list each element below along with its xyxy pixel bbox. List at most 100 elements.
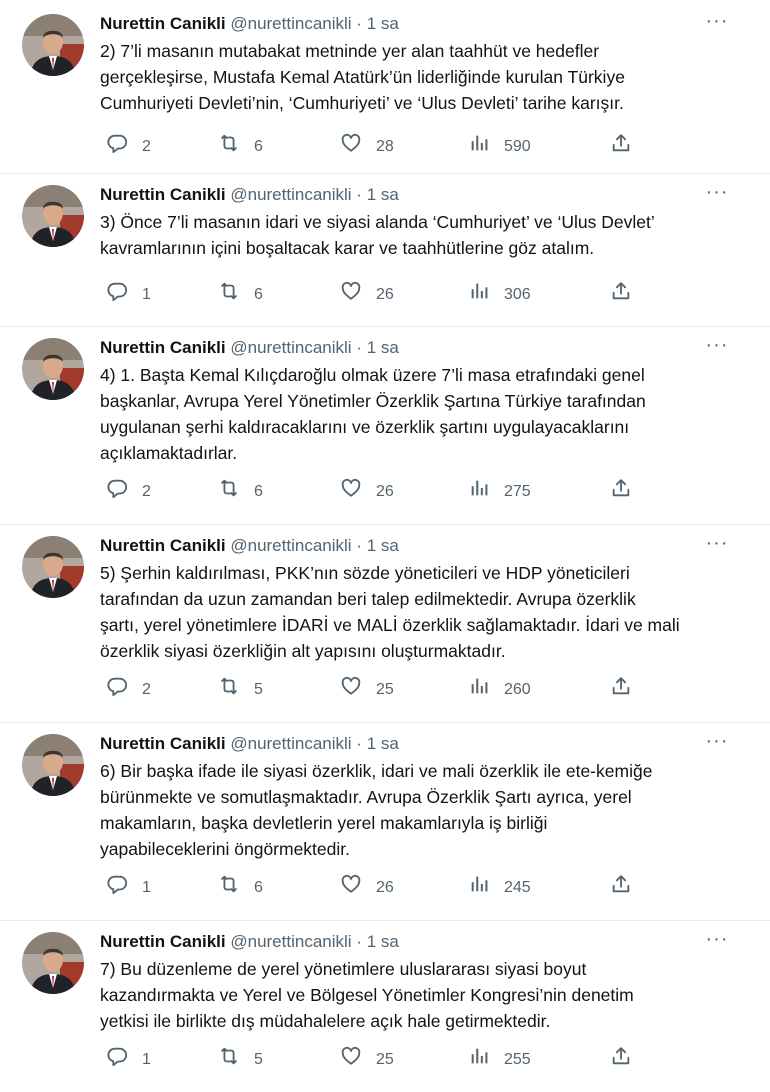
- tweet-text-line: 5) Şerhin kaldırılması, PKK’nın sözde yö…: [100, 563, 630, 583]
- like-count: 26: [376, 879, 394, 896]
- tweet-6[interactable]: Nurettin Canikli @nurettincanikli · 1 sa…: [0, 929, 770, 1077]
- share-button[interactable]: [610, 874, 632, 901]
- avatar[interactable]: [22, 14, 84, 76]
- tweet-content: Nurettin Canikli @nurettincanikli · 1 sa…: [100, 182, 730, 312]
- share-button[interactable]: [610, 478, 632, 505]
- share-button[interactable]: [610, 1046, 632, 1073]
- tweet-text: 4) 1. Başta Kemal Kılıçdaroğlu olmak üze…: [100, 362, 724, 466]
- tweet-text-line: gerçekleşirse, Mustafa Kemal Atatürk’ün …: [100, 67, 625, 87]
- author-name[interactable]: Nurettin Canikli: [100, 338, 226, 357]
- tweet-1[interactable]: Nurettin Canikli @nurettincanikli · 1 sa…: [0, 11, 770, 164]
- author-handle[interactable]: @nurettincanikli: [230, 536, 351, 555]
- author-name[interactable]: Nurettin Canikli: [100, 536, 226, 555]
- views-button[interactable]: 255: [468, 1047, 531, 1073]
- reply-count: 2: [142, 138, 151, 155]
- tweet-text-line: uygulanan şerhi kaldıracaklarını ve özer…: [100, 417, 630, 437]
- reply-icon: [106, 477, 142, 508]
- tweet-header: Nurettin Canikli @nurettincanikli · 1 sa: [100, 930, 399, 954]
- like-button[interactable]: 26: [340, 280, 394, 311]
- like-button[interactable]: 26: [340, 478, 394, 505]
- share-button[interactable]: [610, 675, 632, 706]
- tweet-actions: 1 5 25 255: [100, 1046, 640, 1073]
- views-button[interactable]: 275: [468, 479, 531, 505]
- views-icon: [468, 132, 504, 163]
- retweet-count: 5: [254, 1051, 263, 1068]
- views-button[interactable]: 590: [468, 134, 531, 160]
- share-icon: [610, 675, 632, 706]
- more-icon[interactable]: ···: [704, 533, 730, 558]
- author-name[interactable]: Nurettin Canikli: [100, 734, 226, 753]
- views-icon: [468, 675, 504, 706]
- like-count: 26: [376, 286, 394, 303]
- retweet-button[interactable]: 6: [218, 134, 263, 160]
- retweet-button[interactable]: 6: [218, 479, 263, 505]
- tweet-time[interactable]: 1 sa: [367, 536, 399, 555]
- reply-button[interactable]: 1: [106, 1047, 151, 1073]
- tweet-3[interactable]: Nurettin Canikli @nurettincanikli · 1 sa…: [0, 335, 770, 509]
- like-count: 28: [376, 138, 394, 155]
- more-icon[interactable]: ···: [704, 182, 730, 207]
- views-button[interactable]: 306: [468, 282, 531, 308]
- tweet-actions: 2 6 26 275: [100, 478, 640, 505]
- tweet-text-line: 3) Önce 7’li masanın idari ve siyasi ala…: [100, 212, 655, 232]
- heart-icon: [340, 280, 376, 311]
- tweet-text: 7) Bu düzenleme de yerel yönetimlere ulu…: [100, 956, 724, 1034]
- tweet-4[interactable]: Nurettin Canikli @nurettincanikli · 1 sa…: [0, 533, 770, 707]
- reply-count: 1: [142, 286, 151, 303]
- tweet-time[interactable]: 1 sa: [367, 185, 399, 204]
- tweet-5[interactable]: Nurettin Canikli @nurettincanikli · 1 sa…: [0, 731, 770, 905]
- tweet-time[interactable]: 1 sa: [367, 14, 399, 33]
- more-icon[interactable]: ···: [704, 11, 730, 36]
- like-count: 26: [376, 483, 394, 500]
- retweet-button[interactable]: 6: [218, 282, 263, 308]
- tweet-time[interactable]: 1 sa: [367, 734, 399, 753]
- tweet-2[interactable]: Nurettin Canikli @nurettincanikli · 1 sa…: [0, 182, 770, 312]
- avatar[interactable]: [22, 185, 84, 247]
- share-button[interactable]: [610, 280, 632, 311]
- reply-button[interactable]: 2: [106, 479, 151, 505]
- views-button[interactable]: 245: [468, 875, 531, 901]
- retweet-button[interactable]: 5: [218, 677, 263, 703]
- author-handle[interactable]: @nurettincanikli: [230, 338, 351, 357]
- author-handle[interactable]: @nurettincanikli: [230, 932, 351, 951]
- reply-button[interactable]: 2: [106, 134, 151, 160]
- author-name[interactable]: Nurettin Canikli: [100, 185, 226, 204]
- like-button[interactable]: 28: [340, 133, 394, 160]
- tweet-text-line: yetkisi ile birlikte dış müdahalelere aç…: [100, 1011, 551, 1031]
- tweet-time[interactable]: 1 sa: [367, 338, 399, 357]
- author-name[interactable]: Nurettin Canikli: [100, 14, 226, 33]
- retweet-count: 6: [254, 879, 263, 896]
- share-icon: [610, 280, 632, 311]
- author-name[interactable]: Nurettin Canikli: [100, 932, 226, 951]
- tweet-time[interactable]: 1 sa: [367, 932, 399, 951]
- reply-button[interactable]: 2: [106, 677, 151, 703]
- tweet-text-line: 2) 7’li masanın mutabakat metninde yer a…: [100, 41, 600, 61]
- avatar[interactable]: [22, 734, 84, 796]
- more-icon[interactable]: ···: [704, 335, 730, 360]
- avatar[interactable]: [22, 536, 84, 598]
- views-icon: [468, 477, 504, 508]
- like-button[interactable]: 25: [340, 1046, 394, 1073]
- views-button[interactable]: 260: [468, 677, 531, 703]
- reply-icon: [106, 675, 142, 706]
- like-button[interactable]: 26: [340, 874, 394, 901]
- separator-dot: ·: [356, 536, 362, 555]
- more-icon[interactable]: ···: [704, 929, 730, 954]
- author-handle[interactable]: @nurettincanikli: [230, 14, 351, 33]
- reply-count: 2: [142, 681, 151, 698]
- reply-button[interactable]: 1: [106, 282, 151, 308]
- more-icon[interactable]: ···: [704, 731, 730, 756]
- tweet-text-line: 4) 1. Başta Kemal Kılıçdaroğlu olmak üze…: [100, 365, 645, 385]
- reply-button[interactable]: 1: [106, 875, 151, 901]
- separator-dot: ·: [356, 734, 362, 753]
- retweet-button[interactable]: 6: [218, 875, 263, 901]
- share-button[interactable]: [610, 133, 632, 160]
- author-handle[interactable]: @nurettincanikli: [230, 185, 351, 204]
- tweet-header: Nurettin Canikli @nurettincanikli · 1 sa: [100, 336, 399, 360]
- like-button[interactable]: 25: [340, 676, 394, 703]
- avatar[interactable]: [22, 932, 84, 994]
- author-handle[interactable]: @nurettincanikli: [230, 734, 351, 753]
- retweet-button[interactable]: 5: [218, 1047, 263, 1073]
- tweet-header: Nurettin Canikli @nurettincanikli · 1 sa: [100, 183, 399, 207]
- avatar[interactable]: [22, 338, 84, 400]
